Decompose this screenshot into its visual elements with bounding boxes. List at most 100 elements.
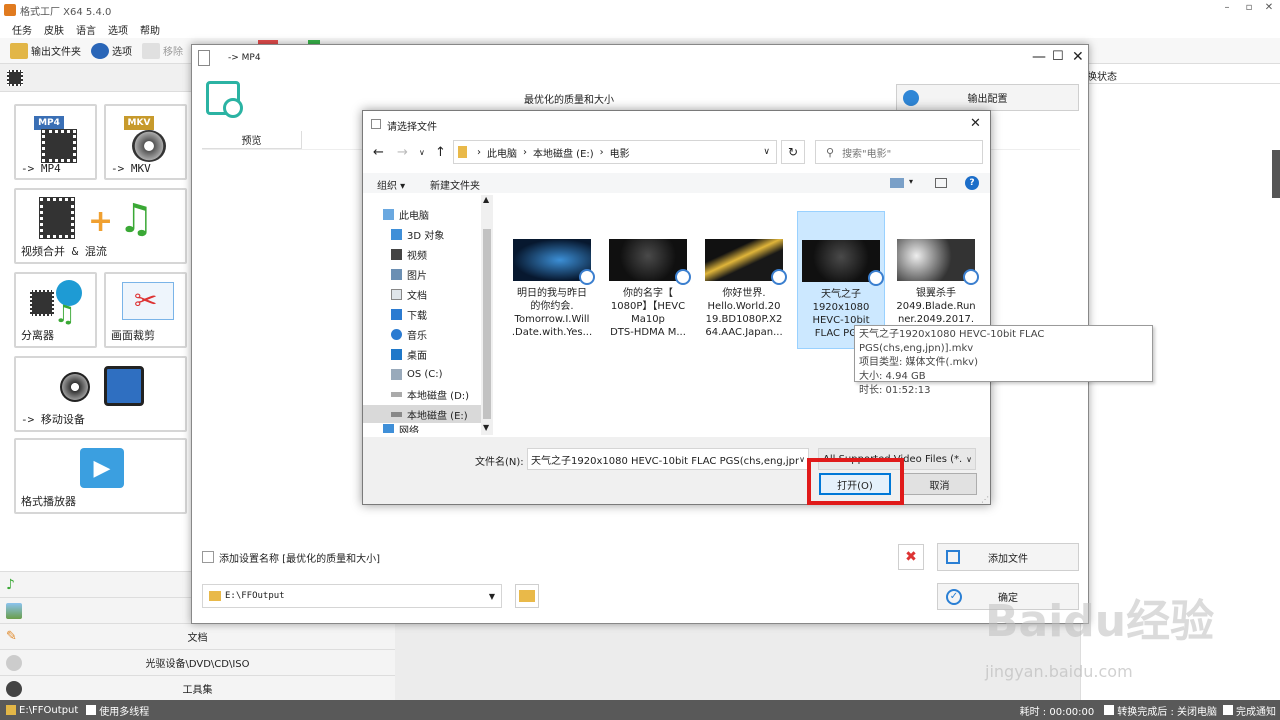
recent-chevron-icon[interactable]: ∨ xyxy=(419,148,425,157)
breadcrumb-this-pc[interactable]: 此电脑 xyxy=(487,145,517,160)
maximize-icon[interactable]: ☐ xyxy=(1052,49,1064,64)
notify-label: 完成通知 xyxy=(1236,706,1276,718)
file-icon xyxy=(198,50,210,66)
mp4-dialog-title: -> MP4 xyxy=(228,53,261,63)
menu-options[interactable]: 选项 xyxy=(108,22,128,37)
app-title: 格式工厂 X64 5.4.0 xyxy=(20,6,112,18)
output-path-dropdown[interactable]: E:\FFOutput ▼ xyxy=(202,584,502,608)
notify-checkbox[interactable] xyxy=(1223,705,1233,715)
file-item[interactable]: 你的名字【 1080P】【HEVC Ma10p DTS-HDMA M... xyxy=(601,235,695,345)
video-thumbnail xyxy=(513,239,595,285)
tree-drive-e[interactable]: 本地磁盘 (E:) xyxy=(363,405,483,423)
add-setting-checkbox[interactable] xyxy=(202,551,214,563)
mp4-badge: MP4 xyxy=(34,116,64,130)
search-input[interactable]: ⚲ 搜索"电影" xyxy=(815,140,983,164)
refresh-button[interactable]: ↻ xyxy=(781,140,805,164)
output-folder-button[interactable]: 输出文件夹 xyxy=(10,42,81,59)
cancel-button[interactable]: 取消 xyxy=(902,473,977,495)
tree-pictures[interactable]: 图片 xyxy=(391,265,427,283)
file-item[interactable]: 你好世界. Hello.World.20 19.BD1080P.X2 64.AAC.J… xyxy=(697,235,791,345)
player-badge-icon xyxy=(963,269,979,285)
minimize-icon[interactable]: — xyxy=(1032,49,1046,65)
filename-input[interactable]: 天气之子1920x1080 HEVC-10bit FLAC PGS(chs,en… xyxy=(527,448,809,470)
multithread-label: 使用多线程 xyxy=(99,706,150,718)
film-strip-icon xyxy=(39,197,75,239)
tree-drive-c[interactable]: OS (C:) xyxy=(391,365,443,383)
organize-menu[interactable]: 组织 ▾ xyxy=(377,177,405,192)
tree-desktop[interactable]: 桌面 xyxy=(391,345,427,363)
view-chevron-icon[interactable]: ▾ xyxy=(909,177,913,186)
scroll-down-icon[interactable]: ▼ xyxy=(483,423,489,432)
close-icon[interactable]: ✕ xyxy=(1072,49,1084,65)
multithread-checkbox[interactable] xyxy=(86,705,97,715)
player-badge-icon xyxy=(868,270,884,286)
tree-network[interactable]: 网络 xyxy=(383,424,419,433)
tile-splitter-label: 分离器 xyxy=(21,329,54,342)
category-tools-label: 工具集 xyxy=(182,685,213,696)
tile-merge[interactable]: + ♫ 视频合并 & 混流 xyxy=(14,188,187,264)
chevron-down-icon[interactable]: ∨ xyxy=(763,147,770,157)
menu-language[interactable]: 语言 xyxy=(76,22,96,37)
options-button[interactable]: 选项 xyxy=(91,42,132,59)
scroll-thumb[interactable] xyxy=(483,229,491,419)
tree-documents[interactable]: 文档 xyxy=(391,285,427,303)
menu-task[interactable]: 任务 xyxy=(12,22,32,37)
category-tools[interactable]: 工具集 xyxy=(0,675,395,701)
file-item[interactable]: 明日的我与昨日 的你约会. Tomorrow.I.Will .Date.with.Ye… xyxy=(505,235,599,345)
breadcrumb-drive-e[interactable]: 本地磁盘 (E:) xyxy=(533,145,594,160)
tree-music[interactable]: 音乐 xyxy=(391,325,427,343)
folder-icon xyxy=(6,705,16,715)
up-arrow-icon[interactable]: ↑ xyxy=(435,145,446,160)
tile-mobile[interactable]: -> 移动设备 xyxy=(14,356,187,432)
chevron-down-icon: ∨ xyxy=(966,454,972,464)
add-file-button[interactable]: 添加文件 xyxy=(937,543,1079,571)
back-arrow-icon[interactable]: ← xyxy=(373,145,384,160)
view-options-icon[interactable] xyxy=(890,178,904,188)
refresh-icon: ↻ xyxy=(787,145,799,159)
tree-this-pc[interactable]: 此电脑 xyxy=(383,205,429,223)
tile-player[interactable]: ▶ 格式播放器 xyxy=(14,438,187,514)
tree-scrollbar[interactable]: ▲ ▼ xyxy=(481,195,493,435)
minimize-icon[interactable]: – xyxy=(1220,2,1234,16)
menu-help[interactable]: 帮助 xyxy=(140,22,160,37)
remove-button[interactable]: 移除 xyxy=(142,42,183,59)
menu-skin[interactable]: 皮肤 xyxy=(44,22,64,37)
output-config-button[interactable]: 输出配置 xyxy=(896,84,1079,111)
tile-mp4[interactable]: MP4 -> MP4 xyxy=(14,104,97,180)
after-convert-checkbox[interactable] xyxy=(1104,705,1115,715)
tree-downloads[interactable]: 下载 xyxy=(391,305,427,323)
add-file-icon xyxy=(946,550,960,564)
maximize-icon[interactable]: ▫ xyxy=(1242,2,1256,16)
scroll-grip[interactable] xyxy=(1272,150,1280,198)
resize-grip-icon[interactable]: ⋰ xyxy=(981,495,989,504)
tile-splitter[interactable]: ♫ 分离器 xyxy=(14,272,97,348)
breadcrumb-movies[interactable]: 电影 xyxy=(610,145,630,160)
clear-list-button[interactable]: ✖ xyxy=(898,544,924,570)
scroll-up-icon[interactable]: ▲ xyxy=(483,195,489,204)
help-icon[interactable]: ? xyxy=(965,176,979,190)
preview-pane-icon[interactable] xyxy=(935,178,947,188)
video-thumbnail xyxy=(609,239,691,285)
close-icon[interactable]: ✕ xyxy=(1262,2,1276,16)
close-icon[interactable]: ✕ xyxy=(970,116,981,131)
category-disc[interactable]: 光驱设备\DVD\CD\ISO xyxy=(0,649,395,675)
tree-3d-objects[interactable]: 3D 对象 xyxy=(391,225,444,243)
tile-mkv[interactable]: MKV -> MKV xyxy=(104,104,187,180)
file-view: 明日的我与昨日 的你约会. Tomorrow.I.Will .Date.with.Ye… xyxy=(495,195,990,435)
tile-crop[interactable]: ✂ 画面裁剪 xyxy=(104,272,187,348)
video-category-header[interactable] xyxy=(0,64,194,92)
tree-videos[interactable]: 视频 xyxy=(391,245,427,263)
browse-folder-button[interactable] xyxy=(515,584,539,608)
file-name: 银翼杀手 2049.Blade.Run ner.2049.2017. xyxy=(896,288,976,325)
optical-disc-icon xyxy=(6,655,22,671)
new-folder-button[interactable]: 新建文件夹 xyxy=(430,177,480,192)
mp4-dialog-titlebar: -> MP4 — ☐ ✕ xyxy=(192,45,1088,71)
forward-arrow-icon[interactable]: → xyxy=(397,145,408,160)
file-dialog-title: 请选择文件 xyxy=(387,122,437,133)
address-bar[interactable]: › 此电脑 › 本地磁盘 (E:) › 电影 ∨ xyxy=(453,140,777,164)
category-document[interactable]: ✎ 文档 xyxy=(0,623,395,649)
navigation-tree: 此电脑 3D 对象 视频 图片 文档 下载 音乐 桌面 OS (C:) 本地磁盘… xyxy=(363,195,483,433)
tree-drive-d[interactable]: 本地磁盘 (D:) xyxy=(391,385,469,403)
mkv-badge: MKV xyxy=(124,116,154,130)
convert-status-header: 换状态 xyxy=(1087,72,1117,83)
